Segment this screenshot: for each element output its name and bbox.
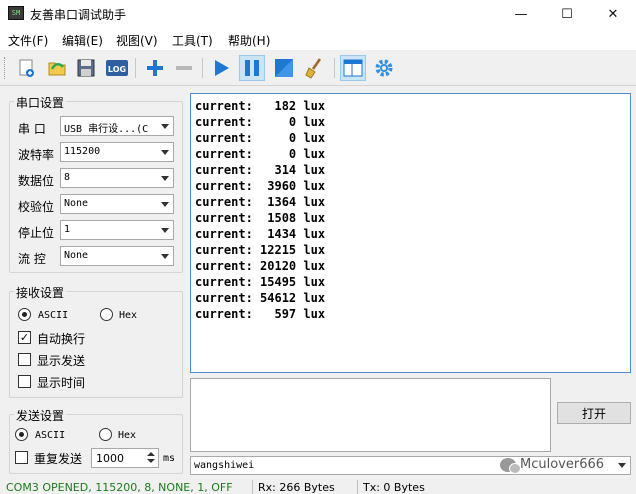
remove-icon[interactable] [171,55,197,81]
receive-line: current: 1508 lux [195,211,326,225]
receive-line: current: 0 lux [195,115,326,129]
receive-line: current: 1364 lux [195,195,326,209]
layout-icon[interactable] [340,55,366,81]
add-icon[interactable] [142,55,168,81]
receive-hex-radio[interactable] [100,308,113,321]
save-icon[interactable] [73,55,99,81]
watermark: Mculover666 [500,457,605,474]
receive-line: current: 3960 lux [195,179,326,193]
toolbar-separator [334,58,335,78]
open-icon[interactable] [44,55,70,81]
receive-settings-title: 接收设置 [14,284,67,301]
receive-line: current: 314 lux [195,163,326,177]
receive-textarea[interactable]: current: 182 lux current: 0 lux current:… [190,93,631,373]
menu-edit[interactable]: 编辑(E) [62,32,103,49]
baud-label: 波特率 [18,148,55,162]
chevron-down-icon [161,150,169,155]
show-time-label: 显示时间 [37,376,86,390]
receive-line: current: 20120 lux [195,259,326,273]
show-time-checkbox[interactable] [18,375,31,388]
receive-settings-group: 接收设置 [9,284,183,398]
receive-ascii-label: ASCII [38,310,69,321]
auto-wrap-label: 自动换行 [37,332,86,346]
baud-select[interactable]: 115200 [60,142,174,162]
stepper-up-icon[interactable] [145,450,157,458]
settings-icon[interactable] [371,55,397,81]
svg-text:LOG: LOG [108,65,126,74]
chevron-down-icon [618,463,626,468]
port-status: COM3 OPENED, 115200, 8, NONE, 1, OFF [6,481,233,494]
port-select[interactable]: USB 串行设...(C [60,116,174,136]
receive-line: current: 0 lux [195,147,326,161]
interval-unit: ms [163,453,176,464]
flow-label: 流 控 [18,252,46,266]
menu-view[interactable]: 视图(V) [116,32,158,49]
receive-line: current: 182 lux [195,99,326,113]
show-send-label: 显示发送 [37,354,86,368]
port-label: 串 口 [18,122,46,136]
watermark-text: Mculover666 [520,457,605,472]
menu-tools[interactable]: 工具(T) [172,32,213,49]
toolbar: LOG [0,50,636,86]
send-ascii-label: ASCII [35,430,66,441]
menu-help[interactable]: 帮助(H) [228,32,270,49]
new-icon[interactable] [13,55,39,81]
rx-count: Rx: 266 Bytes [258,481,335,494]
receive-ascii-radio[interactable] [18,308,31,321]
interval-stepper[interactable]: 1000 [91,448,159,468]
wechat-icon [500,457,521,474]
repeat-send-checkbox[interactable] [15,451,28,464]
send-ascii-radio[interactable] [15,428,28,441]
show-send-checkbox[interactable] [18,353,31,366]
chevron-down-icon [161,202,169,207]
repeat-send-label: 重复发送 [34,452,83,466]
stepper-down-icon[interactable] [145,458,157,466]
toolbar-separator [135,58,136,78]
receive-line: current: 15495 lux [195,275,326,289]
auto-wrap-checkbox[interactable]: ✓ [18,331,31,344]
stopbits-label: 停止位 [18,226,55,240]
stopbits-select[interactable]: 1 [60,220,174,240]
receive-hex-label: Hex [119,310,138,321]
databits-select[interactable]: 8 [60,168,174,188]
app-icon: SM [8,6,24,20]
close-button[interactable]: ✕ [590,0,636,28]
send-textarea[interactable] [190,378,551,452]
toolbar-grip[interactable] [4,57,7,79]
status-bar: COM3 OPENED, 115200, 8, NONE, 1, OFF Rx:… [0,478,636,494]
send-hex-label: Hex [118,430,137,441]
chevron-down-icon [161,124,169,129]
log-icon[interactable]: LOG [104,55,130,81]
maximize-button[interactable]: ☐ [544,0,590,28]
pause-icon[interactable] [239,55,265,81]
parity-select[interactable]: None [60,194,174,214]
parity-label: 校验位 [18,200,55,214]
open-port-button[interactable]: 打开 [557,402,631,424]
toolbar-separator [202,58,203,78]
serial-settings-title: 串口设置 [14,94,67,111]
receive-line: current: 54612 lux [195,291,326,305]
minimize-button[interactable]: — [498,0,544,28]
receive-line: current: 0 lux [195,131,326,145]
receive-line: current: 597 lux [195,307,326,321]
databits-label: 数据位 [18,174,55,188]
flow-select[interactable]: None [60,246,174,266]
receive-line: current: 12215 lux [195,243,326,257]
play-icon[interactable] [208,55,234,81]
chevron-down-icon [161,254,169,259]
stop-icon[interactable] [271,55,297,81]
clear-icon[interactable] [302,55,328,81]
tx-count: Tx: 0 Bytes [363,481,425,494]
chevron-down-icon [161,176,169,181]
window-title: 友善串口调试助手 [30,8,127,22]
send-settings-title: 发送设置 [14,407,67,424]
receive-line: current: 1434 lux [195,227,326,241]
menu-file[interactable]: 文件(F) [8,32,48,49]
title-bar: SM 友善串口调试助手 — ☐ ✕ [0,0,636,28]
chevron-down-icon [161,228,169,233]
menu-bar: 文件(F) 编辑(E) 视图(V) 工具(T) 帮助(H) [0,28,636,50]
send-hex-radio[interactable] [99,428,112,441]
